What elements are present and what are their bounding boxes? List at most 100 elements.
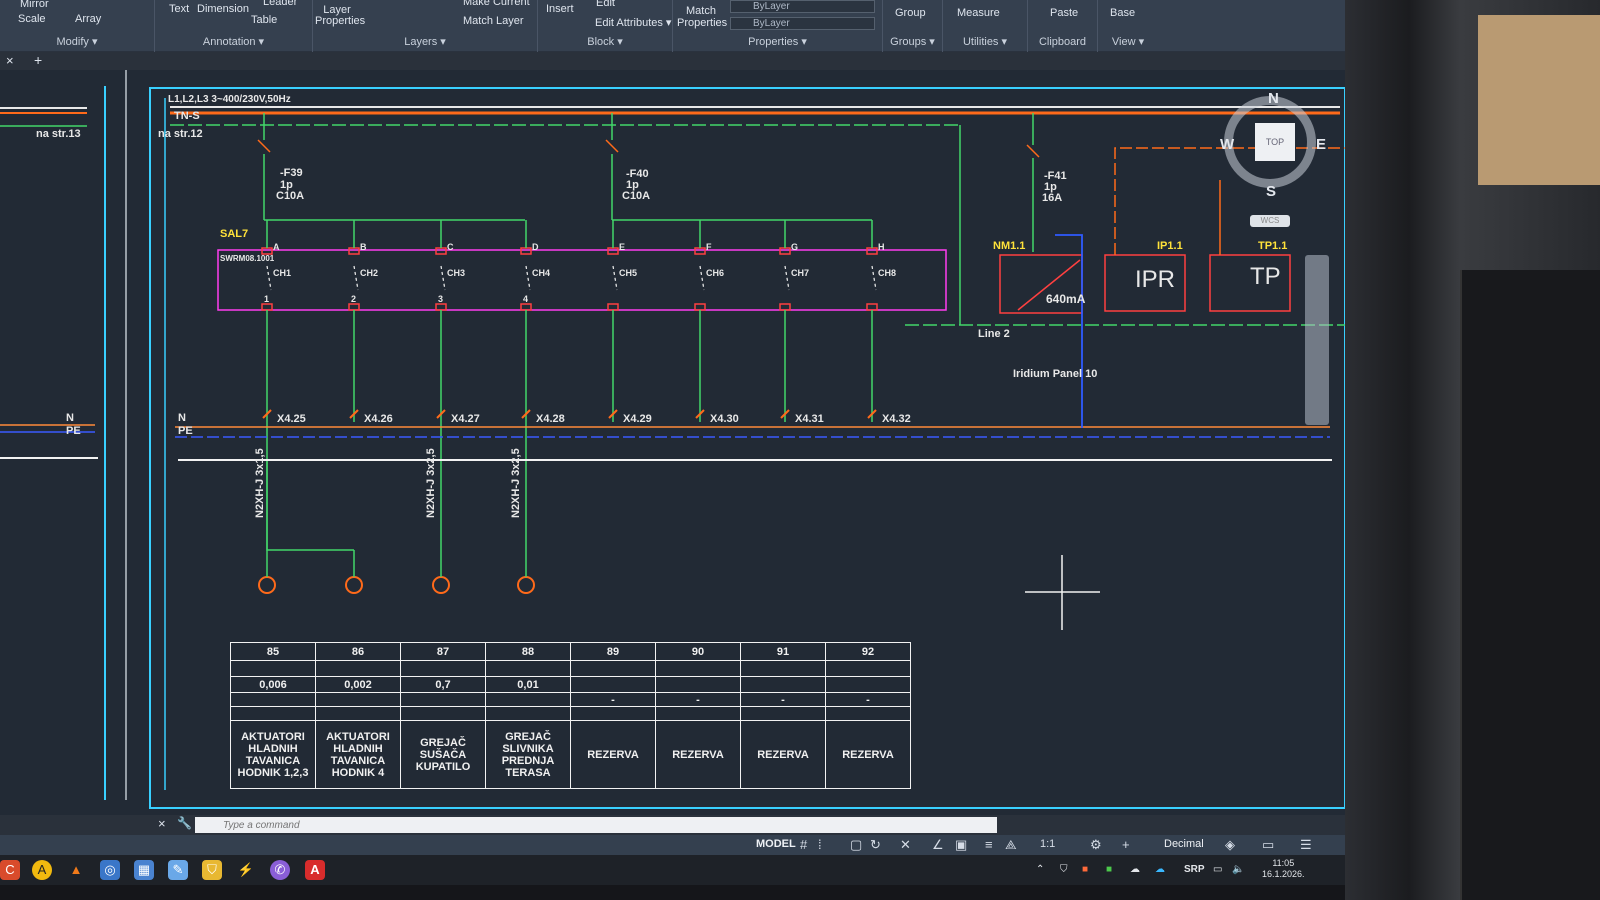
viewcube[interactable]: TOP <box>1224 96 1316 188</box>
ribbon-group-annotation: Text Dimension Leader Table Annotation ▾ <box>155 0 313 52</box>
cable-label-2: N2XH-J 3x2,5 <box>425 448 437 518</box>
ribbon-label-block[interactable]: Block ▾ <box>538 35 672 48</box>
ortho-icon[interactable]: ▢ <box>850 837 862 853</box>
chevron-up-icon[interactable]: ⌃ <box>1036 864 1044 875</box>
left-n-label: N <box>66 412 74 424</box>
osnap-icon[interactable]: ✕ <box>900 837 911 853</box>
command-input[interactable] <box>195 817 997 833</box>
compass-s[interactable]: S <box>1266 183 1276 200</box>
app-icon-2[interactable]: A <box>32 860 52 880</box>
vlc-icon[interactable]: ▲ <box>66 860 86 880</box>
autocad-icon[interactable]: A <box>305 860 325 880</box>
ribbon-label-utilities[interactable]: Utilities ▾ <box>943 35 1027 48</box>
ribbon-label-layers[interactable]: Layers ▾ <box>313 35 537 48</box>
ribbon-group-modify: Mirror Scale Array Modify ▾ <box>0 0 155 52</box>
edit-attributes-button[interactable]: Edit Attributes ▾ <box>595 16 671 29</box>
layer-properties-button[interactable]: Layer Properties <box>315 5 365 27</box>
paste-button[interactable]: Paste <box>1050 7 1078 19</box>
measure-button[interactable]: Measure <box>957 7 1000 19</box>
terminal-label: X4.25 <box>277 413 306 425</box>
cloud-icon[interactable]: ☁ <box>1130 864 1140 875</box>
security-icon[interactable]: ⛉ <box>1060 864 1068 875</box>
tray-app-icon-2[interactable]: ■ <box>1106 864 1112 875</box>
ribbon-label-clipboard[interactable]: Clipboard <box>1028 36 1097 48</box>
isolate-icon[interactable]: ◈ <box>1225 837 1235 853</box>
table-empty-row-2 <box>230 706 911 721</box>
table-desc-cell: AKTUATORI HLADNIH TAVANICA HODNIK 1,2,3 <box>230 720 316 789</box>
table-desc-cell: REZERVA <box>825 720 911 789</box>
text-button[interactable]: Text <box>169 3 189 15</box>
ribbon-label-modify[interactable]: Modify ▾ <box>0 35 154 48</box>
viewcube-top-face[interactable]: TOP <box>1255 123 1295 161</box>
lineweight-icon[interactable]: ≡ <box>985 837 993 852</box>
scale-button[interactable]: Scale <box>18 13 46 25</box>
channel-input-label: F <box>706 242 712 252</box>
shield-icon[interactable]: ⛉ <box>202 860 222 880</box>
angle-icon[interactable]: ∠ <box>932 837 944 853</box>
color-combo[interactable]: ByLayer <box>730 0 875 13</box>
relay-contact <box>440 265 446 291</box>
annotation-icon[interactable]: ⟁ <box>1005 837 1017 853</box>
viber-icon[interactable]: ✆ <box>270 860 290 880</box>
leader-button[interactable]: Leader <box>263 0 297 8</box>
navigation-bar[interactable] <box>1305 255 1329 425</box>
app-icon-8[interactable]: ⚡ <box>236 860 256 880</box>
table-button[interactable]: Table <box>251 14 277 26</box>
calculator-icon[interactable]: ▦ <box>134 860 154 880</box>
units-selector[interactable]: Decimal <box>1164 838 1204 850</box>
match-properties-button[interactable]: Match Properties <box>677 5 727 29</box>
compass-w[interactable]: W <box>1220 136 1234 153</box>
ribbon-label-view[interactable]: View ▾ <box>1098 35 1158 48</box>
new-tab-icon[interactable]: + <box>34 52 42 68</box>
polar-icon[interactable]: ↻ <box>870 837 881 853</box>
drawing-canvas[interactable]: na str.13 L1,L2,L3 3~400/230V,50Hz TN-S … <box>0 70 1345 815</box>
network-icon[interactable]: ▭ <box>1213 864 1222 875</box>
selection-icon[interactable]: ▣ <box>955 837 967 853</box>
group-button[interactable]: Group <box>895 7 926 19</box>
ribbon-group-clipboard: Paste Clipboard <box>1028 0 1098 52</box>
base-button[interactable]: Base <box>1110 7 1135 19</box>
channel-input-label: E <box>619 242 626 252</box>
app-icon-1[interactable]: C <box>0 860 20 880</box>
edit-button[interactable]: Edit <box>596 0 615 9</box>
menu-icon[interactable]: ☰ <box>1300 837 1312 853</box>
terminal-label: X4.27 <box>451 413 480 425</box>
notepad-icon[interactable]: ✎ <box>168 860 188 880</box>
array-button[interactable]: Array <box>75 13 101 25</box>
clock[interactable]: 11:05 16.1.2026. <box>1262 858 1305 880</box>
language-indicator[interactable]: SRP <box>1184 864 1205 875</box>
close-icon[interactable]: × <box>158 816 166 831</box>
close-tab-icon[interactable]: × <box>6 53 14 68</box>
wcs-menu[interactable]: WCS <box>1250 215 1290 227</box>
tray-app-icon[interactable]: ■ <box>1082 864 1088 875</box>
model-space-button[interactable]: MODEL <box>756 838 796 850</box>
dimension-button[interactable]: Dimension <box>197 3 249 15</box>
insert-button[interactable]: Insert <box>546 3 574 15</box>
table-dash-cell <box>315 692 401 707</box>
volume-icon[interactable]: 🔈 <box>1232 864 1244 875</box>
ribbon-label-properties[interactable]: Properties ▾ <box>673 35 882 48</box>
mirror-button[interactable]: Mirror <box>20 0 49 10</box>
match-layer-button[interactable]: Match Layer <box>463 15 524 27</box>
monitor-bezel-bottom <box>0 885 1345 900</box>
app-icon-4[interactable]: ◎ <box>100 860 120 880</box>
compass-e[interactable]: E <box>1316 136 1326 153</box>
snap-icon[interactable]: ⁞ <box>818 837 822 852</box>
table-header-cell: 89 <box>570 642 656 661</box>
annotation-scale[interactable]: 1:1 <box>1040 838 1055 850</box>
nm-device-text: 640mA <box>1046 292 1086 306</box>
channel-input-terminal <box>866 247 878 255</box>
wrench-icon[interactable]: 🔧 <box>177 816 192 830</box>
grid-icon[interactable]: # <box>800 837 807 852</box>
linetype-combo[interactable]: ByLayer <box>730 17 875 30</box>
ribbon-label-groups[interactable]: Groups ▾ <box>883 35 942 48</box>
make-current-button[interactable]: Make Current <box>463 0 530 8</box>
plus-icon[interactable]: + <box>1122 837 1130 852</box>
compass-n[interactable]: N <box>1268 90 1279 107</box>
table-header-cell: 86 <box>315 642 401 661</box>
ribbon-label-annotation[interactable]: Annotation ▾ <box>155 35 312 48</box>
fullscreen-icon[interactable]: ▭ <box>1262 837 1274 853</box>
gear-icon[interactable]: ⚙ <box>1090 837 1102 853</box>
onedrive-icon[interactable]: ☁ <box>1155 864 1165 875</box>
terminal-label: X4.29 <box>623 413 652 425</box>
